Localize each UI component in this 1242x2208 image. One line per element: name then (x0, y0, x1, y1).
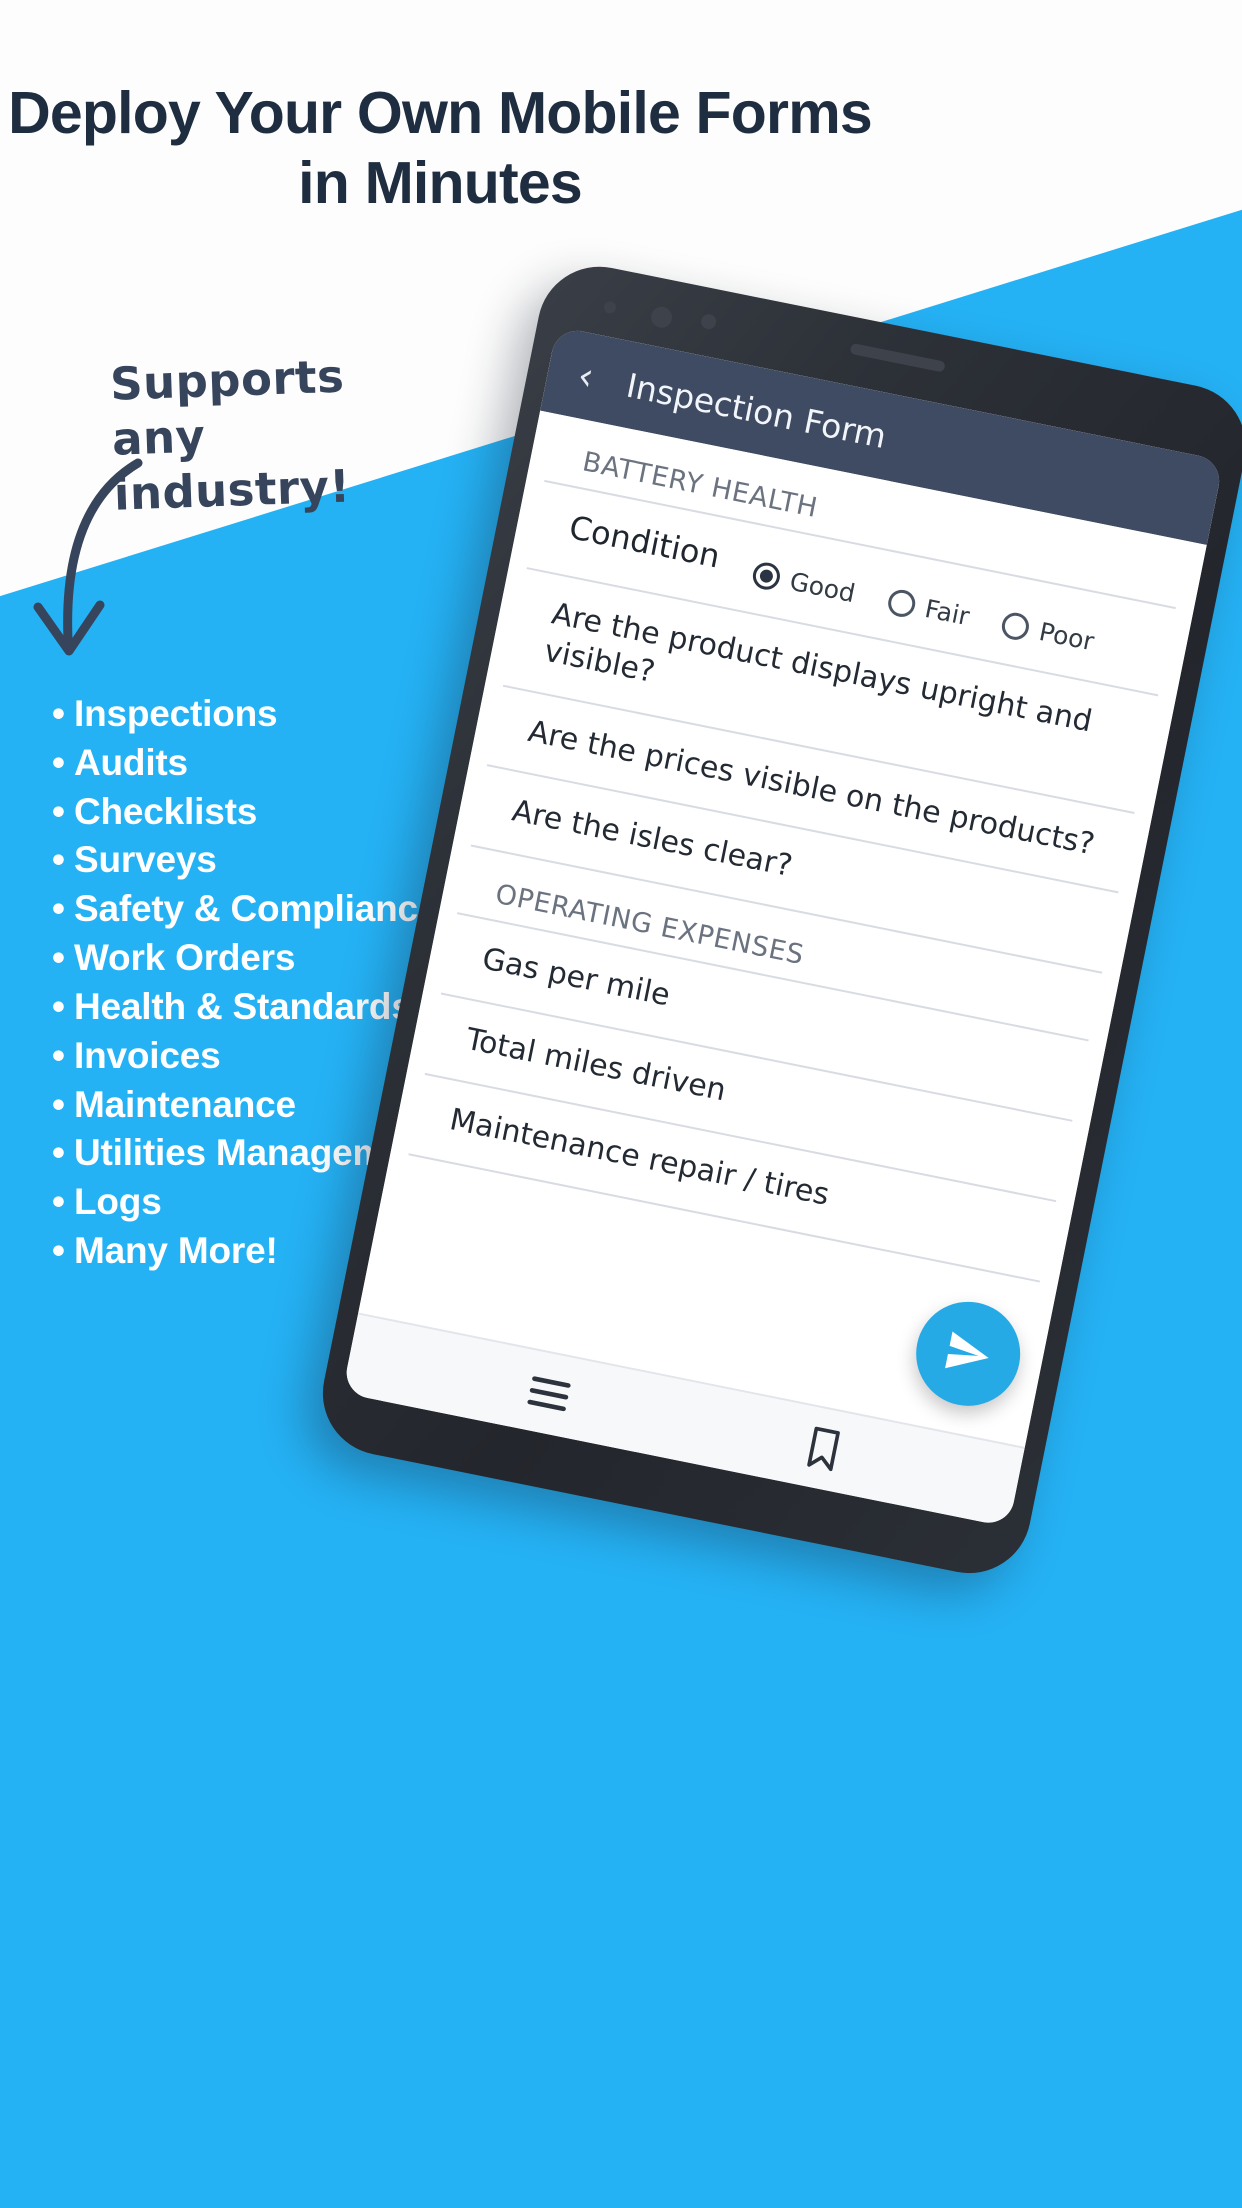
list-item-label: Inspections (74, 693, 278, 734)
bullet-dot: • (52, 937, 65, 979)
bullet-dot: • (52, 741, 65, 783)
bullet-dot: • (52, 1181, 65, 1223)
send-icon (945, 1331, 989, 1369)
radio-option-poor[interactable]: Poor (999, 609, 1096, 656)
radio-button-icon[interactable] (885, 587, 918, 620)
bullet-dot: • (52, 985, 65, 1027)
page-title: Deploy Your Own Mobile Forms in Minutes (8, 80, 873, 217)
bullet-dot: • (52, 839, 65, 881)
bookmark-icon[interactable] (804, 1425, 844, 1472)
list-item-label: Surveys (74, 839, 217, 881)
radio-option-good[interactable]: Good (750, 559, 858, 608)
condition-label: Condition (566, 508, 724, 576)
chevron-left-icon[interactable]: ‹ (562, 352, 609, 399)
list-item-label: Work Orders (74, 937, 296, 979)
curved-down-arrow-icon (33, 458, 143, 656)
list-item-label: Checklists (74, 790, 258, 832)
sensor-dot-small (602, 300, 618, 315)
bullet-dot: • (52, 1034, 65, 1076)
bullet-dot: • (52, 888, 65, 930)
list-item-label: Many More! (74, 1230, 278, 1272)
front-camera-icon (649, 304, 674, 330)
list-item-label: Health & Standards (74, 985, 412, 1027)
radio-label: Poor (1036, 616, 1097, 657)
list-item-label: Safety & Compliance (74, 888, 439, 930)
radio-label: Good (787, 566, 858, 609)
send-button[interactable] (906, 1292, 1030, 1416)
radio-option-fair[interactable]: Fair (885, 586, 972, 631)
bullet-dot: • (52, 1230, 65, 1272)
bullet-dot: • (52, 1083, 65, 1125)
list-item-label: Maintenance (74, 1083, 296, 1125)
bullet-dot: • (52, 693, 65, 734)
list-item-label: Logs (74, 1181, 162, 1223)
radio-button-icon[interactable] (750, 560, 783, 592)
bullet-dot: • (52, 1132, 65, 1174)
bullet-dot: • (52, 790, 65, 832)
menu-icon[interactable] (524, 1374, 573, 1414)
sensor-dot-medium (699, 312, 718, 331)
list-item-label: Invoices (74, 1034, 221, 1076)
earpiece-speaker (849, 342, 946, 373)
radio-label: Fair (922, 593, 972, 632)
radio-button-icon[interactable] (999, 610, 1032, 643)
list-item-label: Audits (74, 741, 188, 783)
